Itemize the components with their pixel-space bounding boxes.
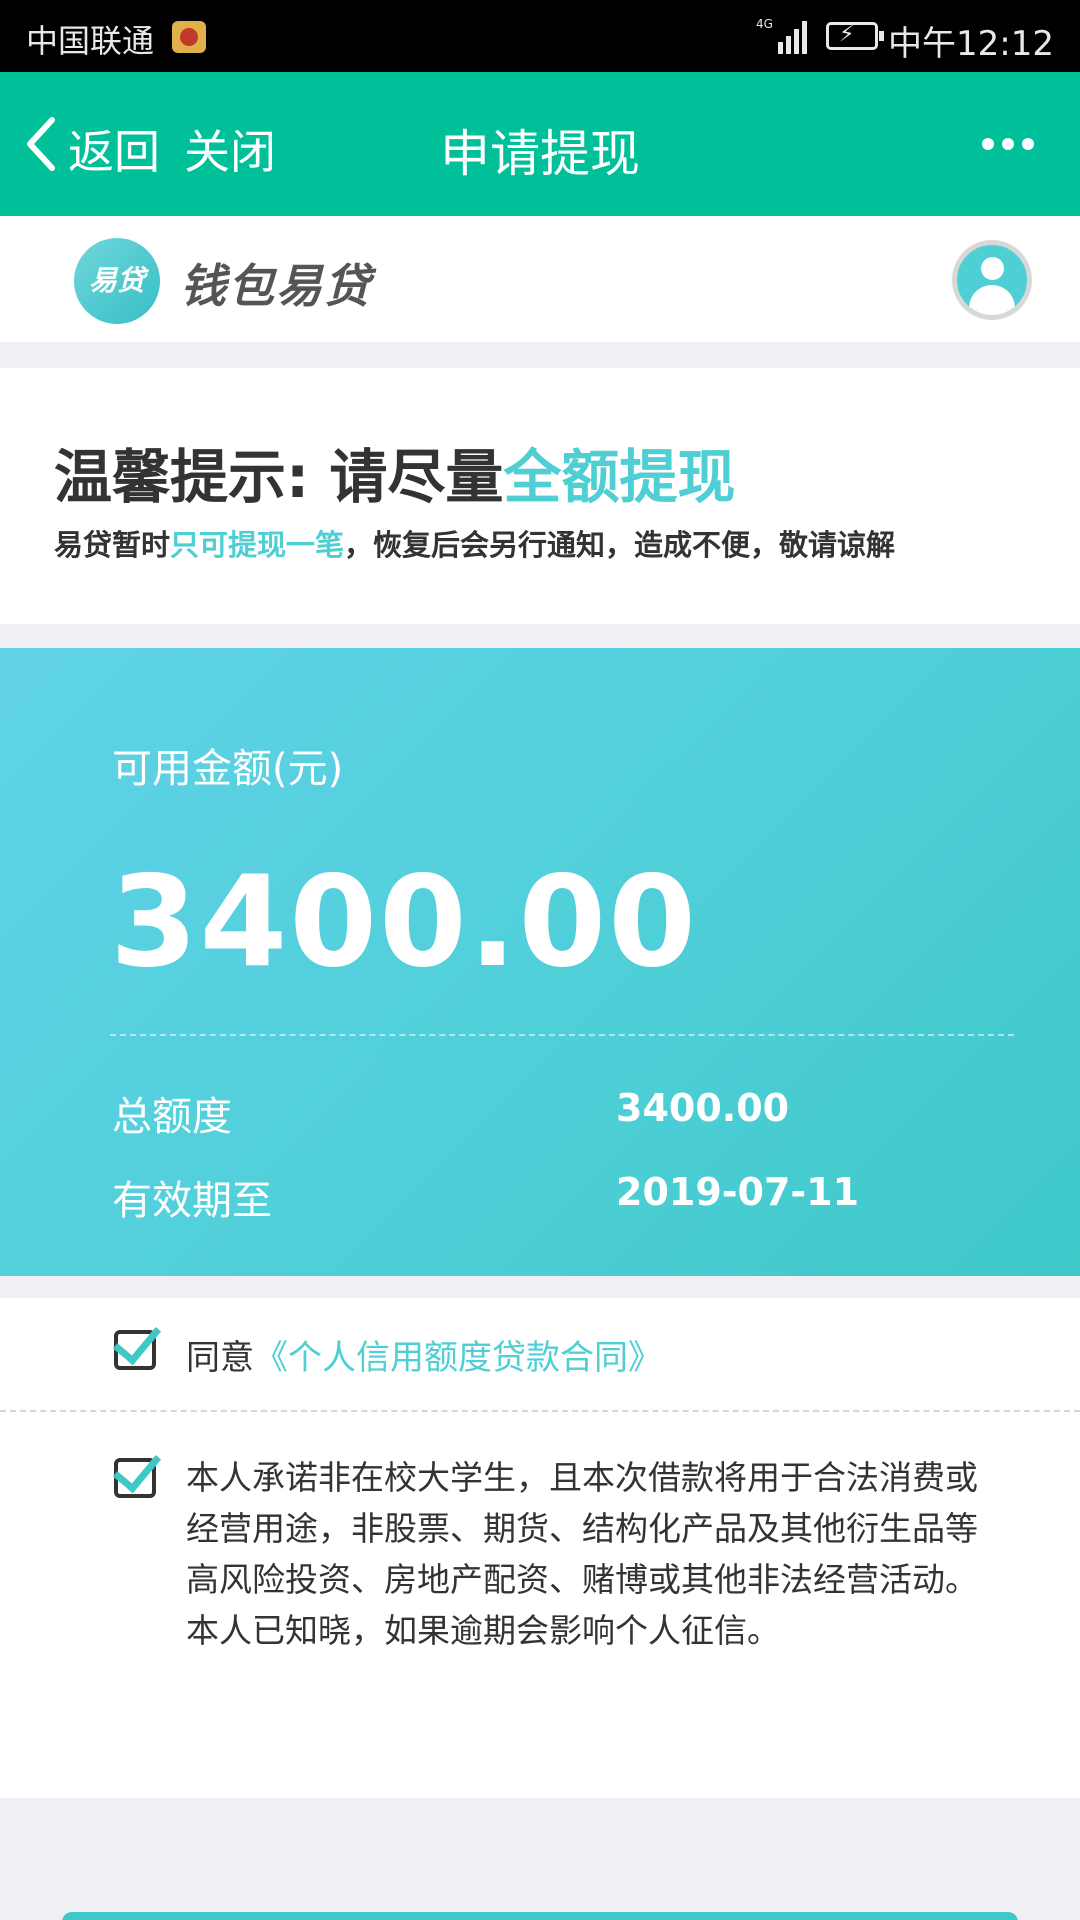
brand-logo: 易贷 [74, 238, 160, 324]
status-bar: 中国联通 4G ⚡ 中午12:12 [0, 0, 1080, 72]
checkmark-icon [112, 1314, 162, 1366]
notice-body-highlight: 只可提现一笔 [170, 528, 345, 562]
total-limit-value: 3400.00 [616, 1086, 790, 1130]
brand-name: 钱包易贷 [180, 259, 372, 313]
status-clock: 中午12:12 [888, 24, 1054, 64]
valid-until-label: 有效期至 [112, 1178, 272, 1224]
signal-icon: 4G [756, 17, 807, 54]
submit-withdraw-button[interactable] [62, 1912, 1018, 1920]
notice-title: 温馨提示: 请尽量全额提现 [54, 443, 736, 511]
title-bar: 返回 关闭 申请提现 [0, 72, 1080, 216]
more-options-icon[interactable] [982, 138, 1034, 150]
agree-contract-checkbox[interactable] [112, 1314, 162, 1370]
notice-panel: 温馨提示: 请尽量全额提现 易贷暂时只可提现一笔，恢复后会另行通知，造成不便，敬… [0, 368, 1080, 624]
agree-contract-text: 同意《个人信用额度贷款合同》 [186, 1338, 662, 1378]
carrier-app-icon [172, 21, 206, 53]
contract-link[interactable]: 《个人信用额度贷款合同》 [254, 1338, 662, 1378]
battery-icon: ⚡ [826, 22, 884, 50]
available-amount-value: 3400.00 [110, 848, 698, 995]
network-type: 4G [756, 17, 773, 31]
commitment-text: 本人承诺非在校大学生，且本次借款将用于合法消费或经营用途，非股票、期货、结构化产… [186, 1458, 978, 1650]
available-amount-label: 可用金额(元) [112, 746, 344, 792]
amount-card: 可用金额(元) 3400.00 总额度 3400.00 有效期至 2019-07… [0, 648, 1080, 1276]
brand-header: 易贷 钱包易贷 [0, 216, 1080, 342]
notice-body: 易贷暂时只可提现一笔，恢复后会另行通知，造成不便，敬请谅解 [54, 528, 896, 562]
commitment-checkbox[interactable] [112, 1442, 162, 1498]
total-limit-label: 总额度 [112, 1094, 232, 1140]
carrier-name: 中国联通 [26, 22, 155, 60]
card-divider [110, 1034, 1014, 1036]
checkmark-icon [112, 1442, 162, 1494]
page-title: 申请提现 [440, 125, 640, 183]
user-avatar-icon[interactable] [952, 240, 1032, 320]
agreement-section: 同意《个人信用额度贷款合同》 本人承诺非在校大学生，且本次借款将用于合法消费或经… [0, 1298, 1080, 1798]
valid-until-value: 2019-07-11 [616, 1170, 860, 1214]
agreement-divider [0, 1410, 1080, 1412]
notice-title-highlight: 全额提现 [503, 443, 736, 511]
